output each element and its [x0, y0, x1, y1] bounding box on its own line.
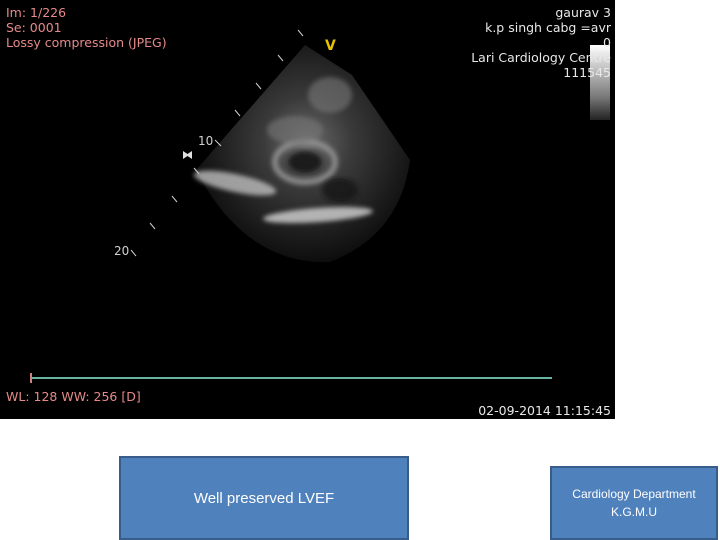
focus-marker-icon [183, 151, 192, 159]
finding-caption-box: Well preserved LVEF [119, 456, 409, 540]
image-index: Im: 1/226 [6, 5, 67, 20]
department-institution: K.G.M.U [610, 505, 657, 519]
department-caption-box: Cardiology Department K.G.M.U [550, 466, 718, 540]
depth-label-10: 10 [198, 134, 214, 148]
series-number: Se: 0001 [6, 20, 62, 35]
orientation-marker: V [325, 38, 336, 54]
patient-name: gaurav 3 [555, 5, 611, 20]
patient-id: 111545 [563, 65, 611, 80]
depth-label-20: 20 [114, 244, 130, 258]
patient-info-top-right: gaurav 3 k.p singh cabg =avr 0 Lari Card… [471, 5, 611, 80]
window-level: WL: 128 WW: 256 [D] [6, 389, 141, 404]
institution-name: Lari Cardiology Centre [471, 50, 611, 65]
finding-text: Well preserved LVEF [193, 489, 335, 507]
image-info-top-left: Im: 1/226 Se: 0001 Lossy compression (JP… [6, 5, 167, 50]
ultrasound-viewer: 10 20 V Im: 1/226 Se: 0001 Lossy compres… [0, 0, 615, 419]
info-line-3: 0 [603, 35, 611, 50]
ecg-timeline [32, 377, 552, 379]
acquisition-timestamp: 02-09-2014 11:15:45 [478, 403, 611, 418]
compression-info: Lossy compression (JPEG) [6, 35, 167, 50]
department-name: Cardiology Department [572, 487, 696, 501]
study-description: k.p singh cabg =avr [485, 20, 611, 35]
